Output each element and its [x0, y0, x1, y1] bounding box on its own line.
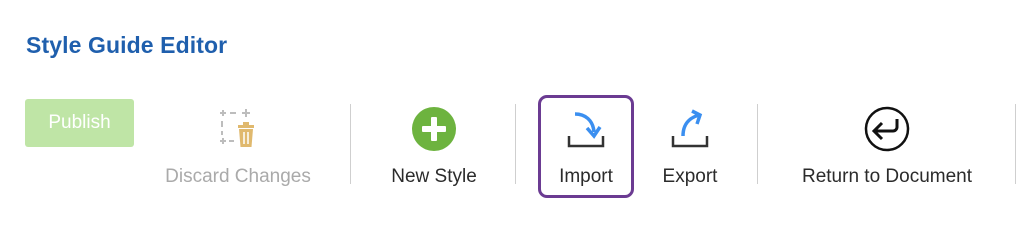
toolbar-divider	[1015, 104, 1016, 184]
export-button[interactable]: Export	[650, 104, 730, 194]
plus-circle-icon	[409, 104, 459, 154]
export-label: Export	[662, 166, 718, 187]
return-arrow-circle-icon	[862, 104, 912, 154]
new-style-button[interactable]: New Style	[384, 104, 484, 194]
toolbar-divider	[350, 104, 351, 184]
return-to-document-label: Return to Document	[801, 166, 973, 187]
toolbar-divider	[515, 104, 516, 184]
discard-changes-button[interactable]: Discard Changes	[163, 104, 313, 194]
discard-changes-label: Discard Changes	[165, 166, 311, 187]
page-title: Style Guide Editor	[26, 32, 228, 58]
new-style-label: New Style	[391, 166, 477, 187]
import-button[interactable]: Import	[546, 104, 626, 194]
discard-trash-icon	[213, 104, 263, 154]
export-tray-icon	[665, 104, 715, 154]
toolbar-divider	[757, 104, 758, 184]
publish-button[interactable]: Publish	[25, 99, 134, 147]
import-tray-icon	[561, 104, 611, 154]
return-to-document-button[interactable]: Return to Document	[790, 104, 984, 194]
import-label: Import	[559, 166, 613, 187]
